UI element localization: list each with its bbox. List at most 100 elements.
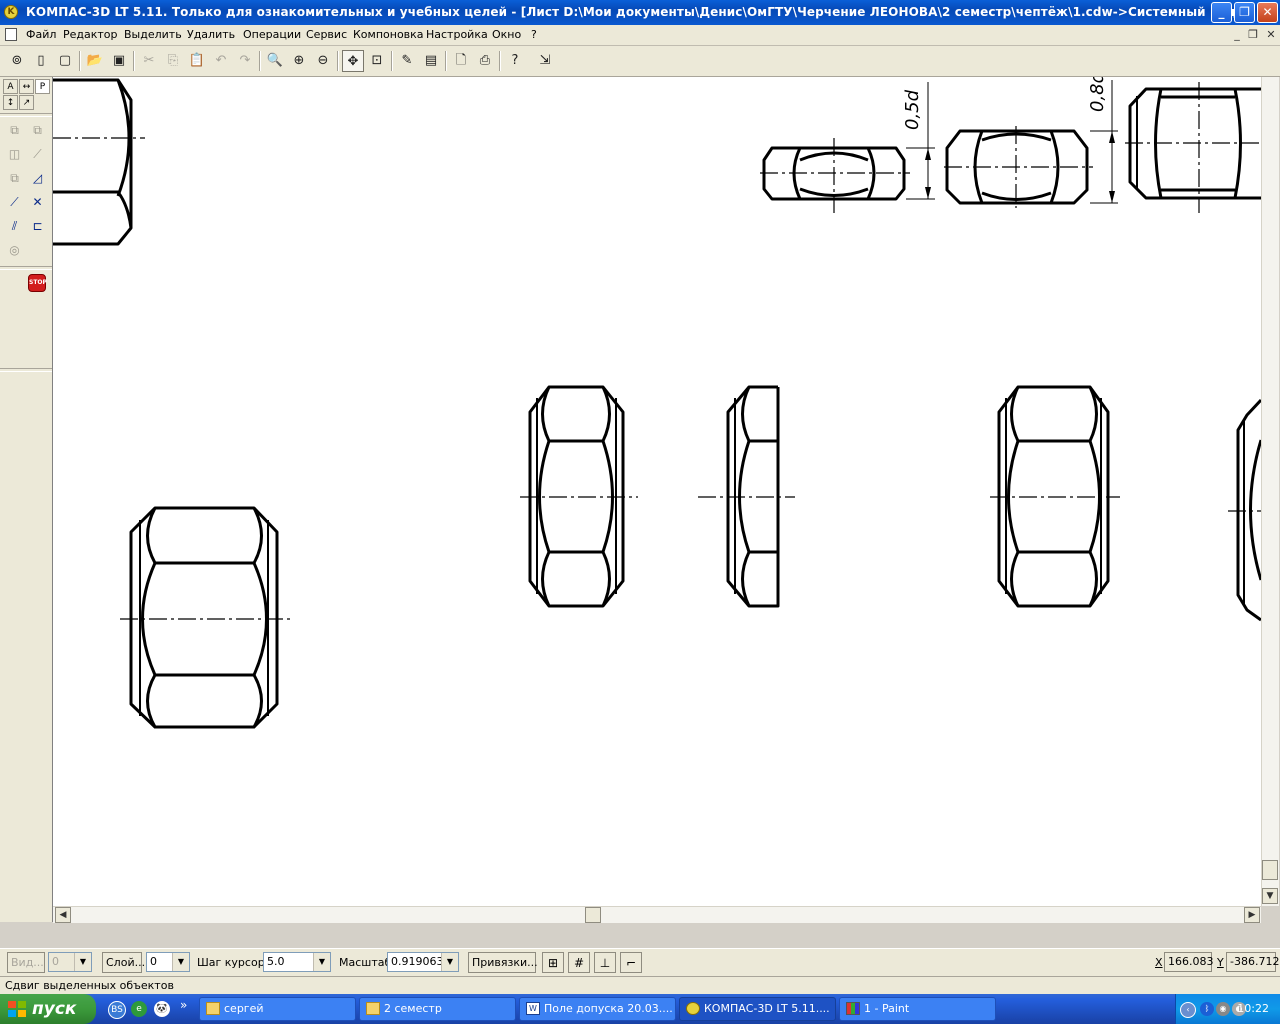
close-button[interactable]: ✕	[1257, 2, 1278, 23]
model-icon[interactable]: ⊚	[6, 50, 28, 72]
doc-restore-icon[interactable]: ❐	[1246, 28, 1260, 42]
drawing-canvas[interactable]: 0,5d 0,8d	[53, 77, 1261, 906]
regenerate-icon[interactable]: ✎	[396, 50, 418, 72]
copy-icon[interactable]: ⎘	[162, 50, 184, 72]
panda-icon[interactable]: 🐼	[154, 1001, 170, 1017]
tab-measure[interactable]: ↕	[3, 95, 18, 110]
open-folder-icon[interactable]: 📂	[84, 50, 106, 72]
snap-settings-icon[interactable]: ⊞	[542, 952, 564, 973]
cut-icon[interactable]: ✂	[138, 50, 160, 72]
menu-editor[interactable]: Редактор	[63, 28, 118, 41]
new-sheet-icon[interactable]: ▯	[30, 50, 52, 72]
tray-collapse-icon[interactable]: ‹	[1180, 1002, 1196, 1018]
kompas-logo-icon	[686, 1002, 700, 1015]
trim-icon[interactable]: ⟋	[4, 192, 25, 213]
minimize-button[interactable]: _	[1211, 2, 1232, 23]
horizontal-scrollbar[interactable]: ◀ ▶	[53, 906, 1261, 923]
bluetooth-icon[interactable]: ᛒ	[1200, 1002, 1214, 1016]
hatch-icon[interactable]: ⫽	[4, 216, 25, 237]
save-icon[interactable]: ▣	[108, 50, 130, 72]
y-coord-field[interactable]: -386.712	[1226, 952, 1279, 972]
menu-delete[interactable]: Удалить	[187, 28, 235, 41]
copy-objects-icon[interactable]: ⧉	[4, 168, 25, 189]
zoom-out-icon[interactable]: ⊖	[312, 50, 334, 72]
standard-toolbar: ⊚ ▯ ▢ 📂 ▣ ✂ ⎘ 📋 ↶ ↷ 🔍 ⊕ ⊖ ✥ ⊡ ✎ ▤ 🗋 ⎙ ? …	[0, 46, 1280, 77]
scroll-left-arrow-icon[interactable]: ◀	[55, 907, 71, 923]
separator	[0, 368, 52, 372]
tab-geometry[interactable]: A	[3, 79, 18, 94]
cursor-step-select[interactable]: 5.0 ▼	[263, 952, 331, 972]
grid-icon[interactable]: #	[568, 952, 590, 973]
exit-icon[interactable]: ⇲	[534, 50, 556, 72]
task-folder-sergey[interactable]: сергей	[199, 997, 356, 1021]
bs-player-icon[interactable]: BS	[108, 1001, 126, 1019]
doc-close-icon[interactable]: ✕	[1264, 28, 1278, 42]
menu-select[interactable]: Выделить	[124, 28, 182, 41]
move-icon[interactable]: ⧉	[4, 120, 25, 141]
separator	[79, 51, 81, 71]
properties-icon[interactable]: ▤	[420, 50, 442, 72]
quick-launch-more-icon[interactable]: »	[180, 998, 187, 1012]
scale-select[interactable]: 0.919063 ▼	[387, 952, 459, 972]
start-button[interactable]: пуск	[0, 994, 96, 1024]
internet-explorer-icon[interactable]: e	[131, 1001, 147, 1017]
antivirus-icon[interactable]: ◉	[1216, 1002, 1230, 1016]
x-coord-field[interactable]: 166.083	[1164, 952, 1214, 972]
snaps-button[interactable]: Привязки...	[468, 952, 538, 973]
menu-layout[interactable]: Компоновка	[353, 28, 424, 41]
stop-icon[interactable]: STOP	[28, 274, 47, 292]
paste-icon[interactable]: 📋	[186, 50, 208, 72]
task-folder-semester[interactable]: 2 семестр	[359, 997, 516, 1021]
tab-edit[interactable]: P	[35, 79, 50, 94]
menu-settings[interactable]: Настройка	[426, 28, 488, 41]
scale-icon[interactable]: ◫	[4, 144, 25, 165]
menu-file[interactable]: Файл	[26, 28, 56, 41]
layer-button[interactable]: Слой...	[102, 952, 145, 973]
menu-operations[interactable]: Операции	[243, 28, 301, 41]
context-help-icon[interactable]: ?	[504, 50, 526, 72]
ortho-icon[interactable]: ⌐	[620, 952, 642, 973]
restore-button[interactable]: ❐	[1234, 2, 1255, 23]
redo-icon[interactable]: ↷	[234, 50, 256, 72]
separator	[0, 113, 52, 117]
layer-select[interactable]: 0 ▼	[146, 952, 190, 972]
zoom-window-icon[interactable]: 🔍	[264, 50, 286, 72]
settings-icon[interactable]: ◎	[4, 240, 25, 261]
document-icon[interactable]	[5, 28, 17, 41]
horizontal-scroll-thumb[interactable]	[585, 907, 601, 923]
task-kompas[interactable]: КОМПАС-3D LT 5.11....	[679, 997, 836, 1021]
view-button[interactable]: Вид...	[7, 952, 45, 973]
task-word-document[interactable]: W Поле допуска 20.03....	[519, 997, 676, 1021]
break-icon[interactable]: ✕	[27, 192, 48, 213]
task-paint[interactable]: 1 - Paint	[839, 997, 996, 1021]
deform-icon[interactable]: ◿	[27, 168, 48, 189]
print-icon[interactable]: ⎙	[474, 50, 496, 72]
mirror-icon[interactable]: ⟋	[27, 144, 48, 165]
separator	[259, 51, 261, 71]
vertical-scroll-thumb[interactable]	[1262, 860, 1278, 880]
chevron-down-icon: ▼	[172, 953, 189, 971]
scroll-down-arrow-icon[interactable]: ▼	[1262, 888, 1278, 904]
task-label: 1 - Paint	[864, 1002, 910, 1015]
menu-service[interactable]: Сервис	[306, 28, 347, 41]
chevron-down-icon: ▼	[441, 953, 458, 971]
menu-help[interactable]: ?	[531, 28, 537, 41]
zoom-in-icon[interactable]: ⊕	[288, 50, 310, 72]
new-document-icon[interactable]: ▢	[54, 50, 76, 72]
undo-icon[interactable]: ↶	[210, 50, 232, 72]
scroll-right-arrow-icon[interactable]: ▶	[1244, 907, 1260, 923]
show-all-icon[interactable]: ⊡	[366, 50, 388, 72]
local-cs-icon[interactable]: ⊥	[594, 952, 616, 973]
print-preview-icon[interactable]: 🗋	[450, 50, 472, 72]
view-select[interactable]: 0 ▼	[48, 952, 92, 972]
tab-select[interactable]: ↗	[19, 95, 34, 110]
pan-icon[interactable]: ✥	[342, 50, 364, 72]
doc-minimize-icon[interactable]: _	[1230, 28, 1244, 42]
menu-window[interactable]: Окно	[492, 28, 521, 41]
tab-dimensions[interactable]: ↔	[19, 79, 34, 94]
rotate-icon[interactable]: ⧉	[27, 120, 48, 141]
fragment-icon[interactable]: ⊏	[27, 216, 48, 237]
vertical-scrollbar[interactable]: ▼	[1261, 77, 1279, 906]
clock: 10:22	[1237, 1002, 1269, 1015]
chevron-down-icon: ▼	[74, 953, 91, 971]
